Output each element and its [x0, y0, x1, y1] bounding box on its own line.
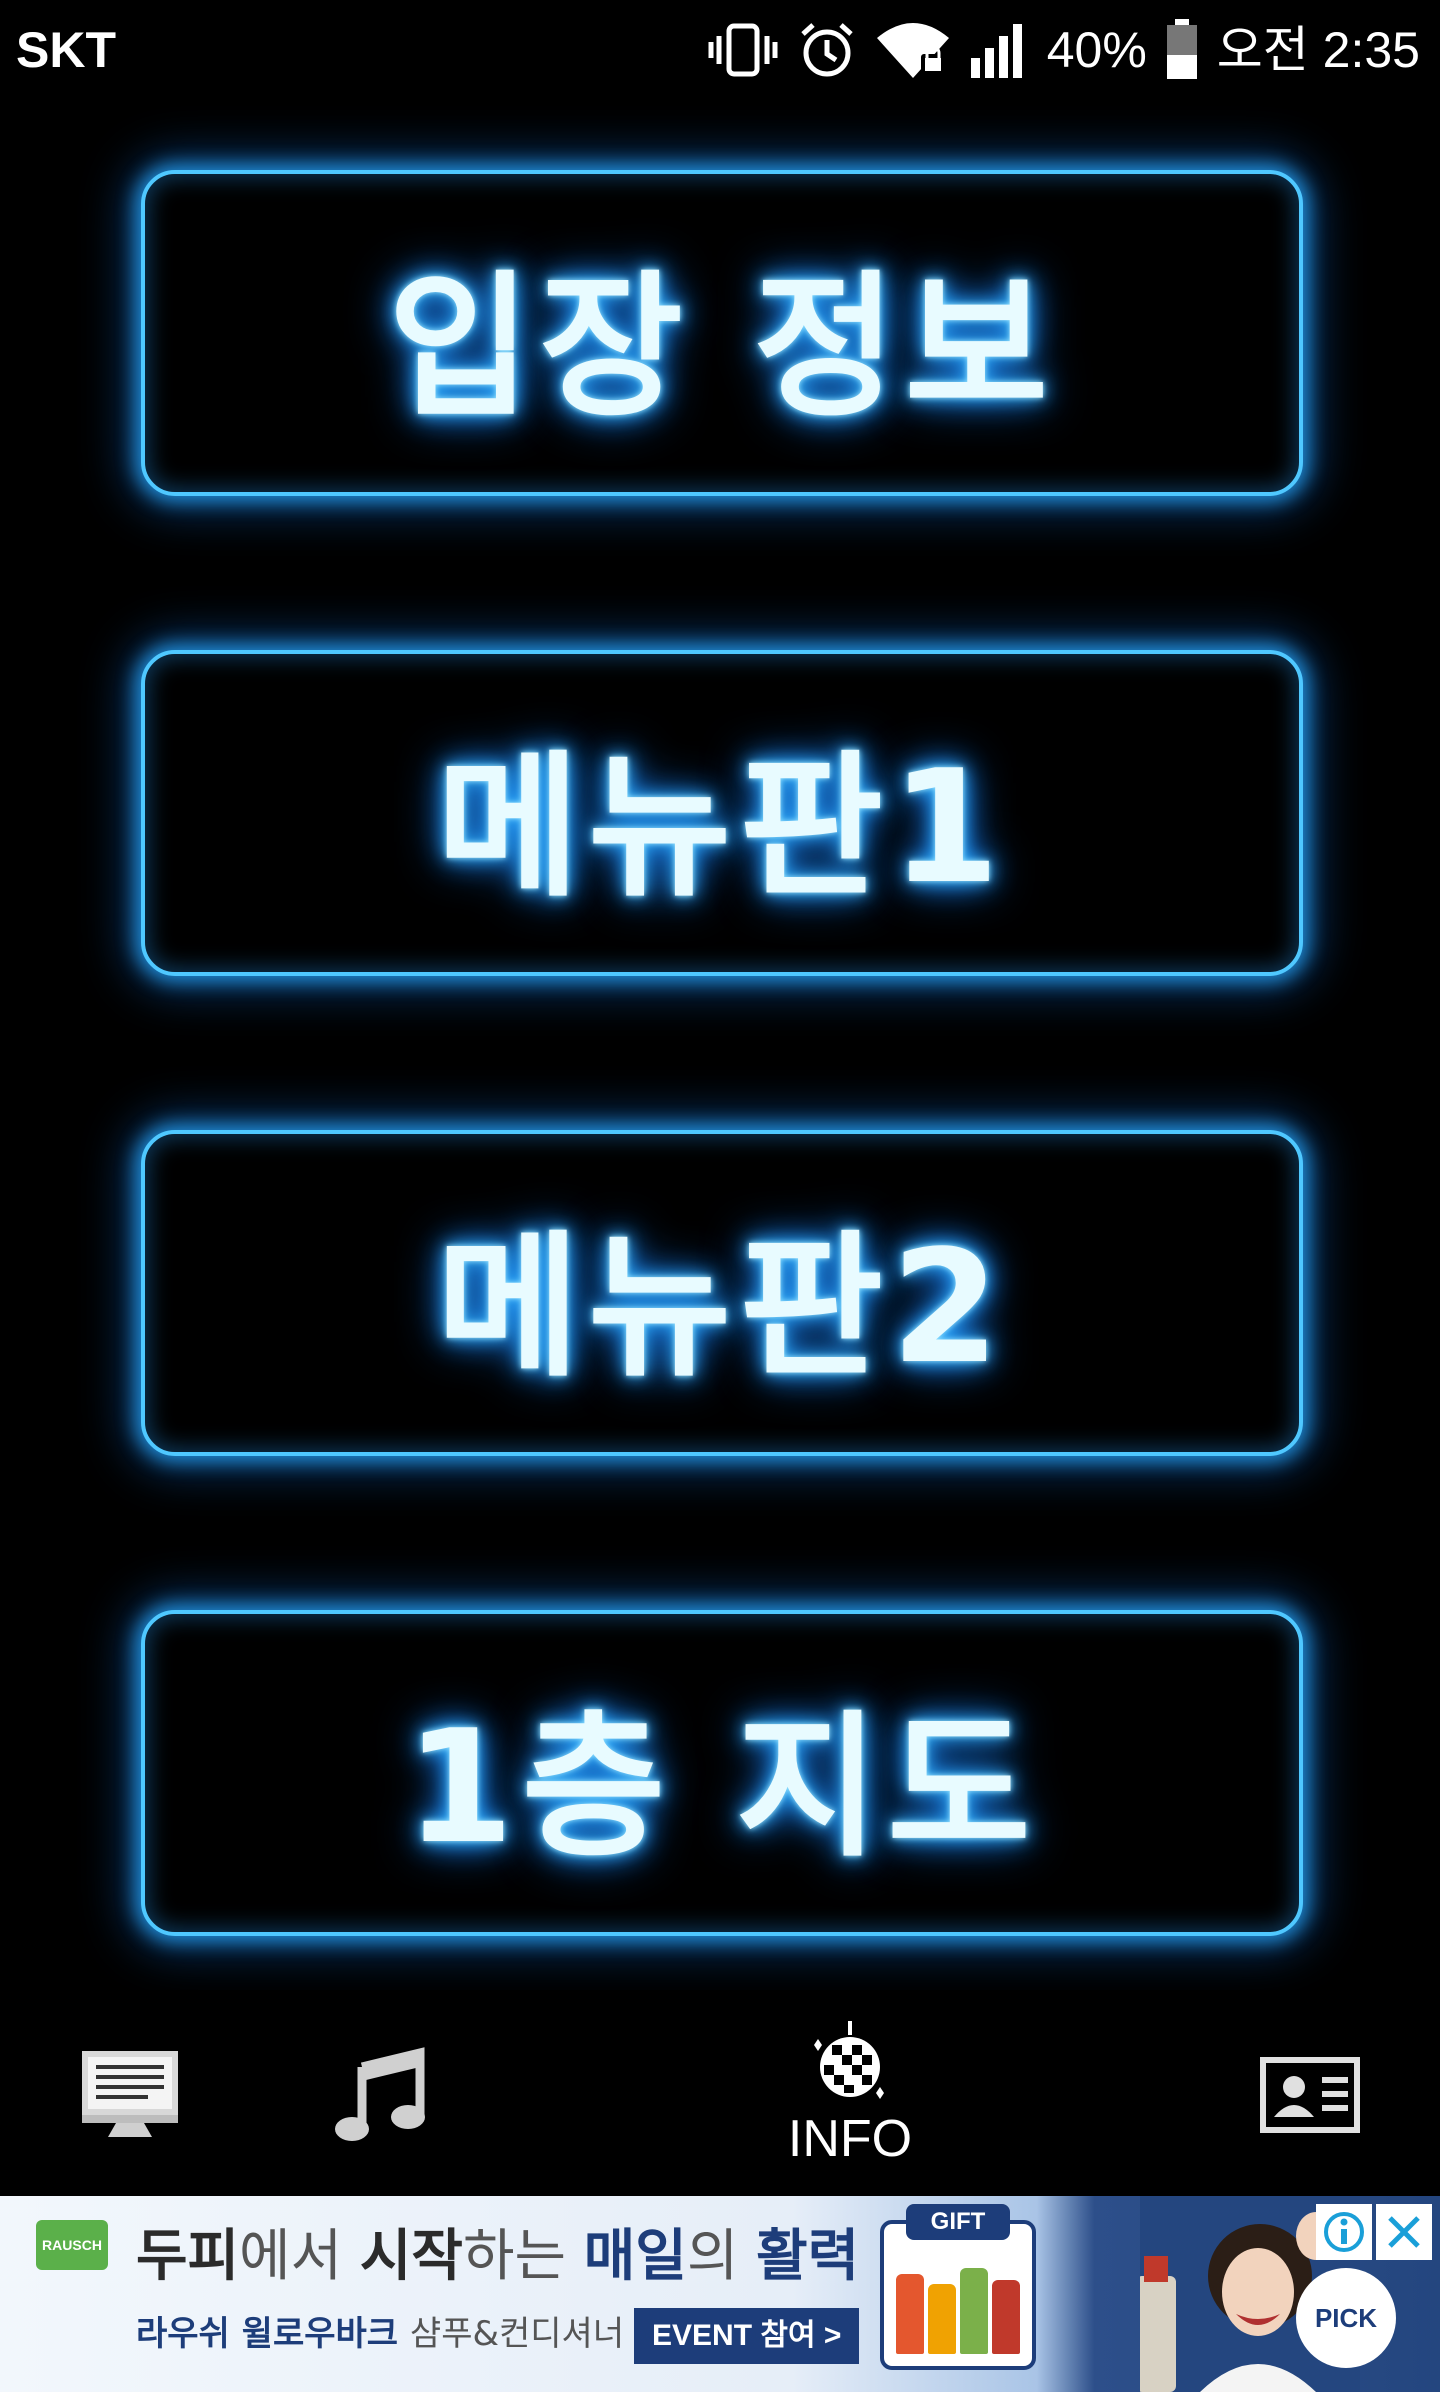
nav-item-contact[interactable] — [1240, 1990, 1380, 2200]
id-card-icon — [1260, 2057, 1360, 2133]
signal-icon — [969, 20, 1029, 80]
menu-board-1-label: 메뉴판1 — [436, 736, 1008, 918]
monitor-icon — [82, 2051, 178, 2137]
wifi-locked-icon — [875, 20, 951, 80]
battery-icon — [1165, 19, 1199, 81]
ad-product-bottles — [896, 2262, 1020, 2354]
nav-info-label: INFO — [787, 2110, 913, 2168]
menu-board-2-button[interactable]: 메뉴판2 — [141, 1130, 1303, 1456]
battery-percent: 40% — [1046, 22, 1147, 78]
ad-headline: 두피에서 시작하는 매일의 활력 — [136, 2224, 860, 2289]
disco-ball-icon — [814, 2021, 884, 2099]
close-icon[interactable] — [1376, 2204, 1432, 2260]
ad-subtitle: 라우쉬 윌로우바크 샴푸&컨디셔너 — [136, 2314, 625, 2354]
nav-item-info[interactable]: INFO — [740, 1990, 960, 2200]
floor-1-map-button[interactable]: 1층 지도 — [141, 1610, 1303, 1936]
ad-banner[interactable]: RAUSCH 두피에서 시작하는 매일의 활력 라우쉬 윌로우바크 샴푸&컨디셔… — [0, 2196, 1440, 2392]
nav-item-screen[interactable] — [60, 1990, 200, 2200]
floor-1-map-label: 1층 지도 — [405, 1696, 1039, 1878]
carrier-name: SKT — [16, 22, 116, 78]
ad-pick-badge: PICK — [1296, 2268, 1396, 2368]
vibrate-icon — [707, 22, 779, 78]
ad-brand-logo: RAUSCH — [36, 2220, 108, 2270]
alarm-icon — [797, 20, 857, 80]
clock: 오전 2:35 — [1216, 22, 1420, 78]
ad-gift-tag: GIFT — [906, 2204, 1010, 2240]
info-icon[interactable] — [1316, 2204, 1372, 2260]
bottom-nav: INFO — [0, 1990, 1440, 2200]
ad-gift-box: GIFT — [880, 2204, 1036, 2370]
ad-event-button[interactable]: EVENT 참여 > — [634, 2308, 860, 2364]
nav-item-music[interactable] — [310, 1990, 450, 2200]
menu-board-1-button[interactable]: 메뉴판1 — [141, 650, 1303, 976]
status-bar: SKT 40% 오전 2:35 — [0, 0, 1440, 100]
music-note-icon — [335, 2047, 425, 2141]
entry-info-button[interactable]: 입장 정보 — [141, 170, 1303, 496]
entry-info-label: 입장 정보 — [387, 256, 1057, 438]
menu-board-2-label: 메뉴판2 — [436, 1216, 1008, 1398]
status-icons: 40% 오전 2:35 — [707, 14, 1420, 86]
